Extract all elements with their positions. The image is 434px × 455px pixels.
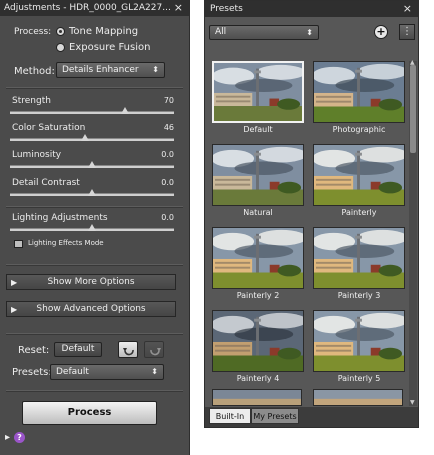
preset-preview-image [314,145,404,205]
slider-thumb[interactable] [88,189,96,196]
preset-label: Default [243,125,273,134]
add-preset-icon[interactable]: + [374,25,388,39]
presets-panel: Presets × All ⬍ + ⋮ ▲ ▼ Built-In My Pres… [204,0,419,428]
adjustments-title-bar: Adjustments - HDR_0000_GL2A227... × [0,0,189,16]
preset-preview-image [213,145,303,205]
preset-preview-image [314,311,404,371]
presets-scrollbar[interactable]: ▲ ▼ [409,59,417,406]
preset-thumbnail[interactable] [313,227,405,289]
lighting-effects-label: Lighting Effects Mode [28,239,104,247]
preset-thumbnail-partial[interactable] [313,389,403,406]
adjustments-panel: Adjustments - HDR_0000_GL2A227... × Proc… [0,0,190,455]
expand-icon[interactable]: ▸ [5,432,10,443]
show-more-options-button[interactable]: ▶ Show More Options [6,274,176,290]
preset-thumbnail[interactable] [212,144,304,206]
presets-label: Presets: [12,367,52,378]
slider-value: 46 [163,123,174,132]
select-arrows-icon: ⬍ [152,65,159,74]
close-icon[interactable]: × [403,1,412,17]
undo-icon [123,348,134,356]
exposure-fusion-radio[interactable] [56,43,65,52]
presets-select[interactable]: Default ⬍ [50,364,164,380]
exposure-fusion-label[interactable]: Exposure Fusion [69,42,150,53]
slider-value: 70 [163,96,174,105]
show-advanced-options-label: Show Advanced Options [36,304,146,314]
expand-triangle-icon: ▶ [11,305,18,314]
undo-button[interactable] [118,341,138,358]
slider-thumb[interactable] [88,224,96,231]
preset-label: Painterly [341,208,377,217]
redo-icon [150,348,161,356]
preset-filter-select[interactable]: All ⬍ [209,25,319,40]
divider [6,333,183,335]
slider-track[interactable] [10,111,174,114]
preset-label: Painterly 4 [236,374,280,383]
tone-mapping-label[interactable]: Tone Mapping [69,26,138,37]
divider [6,264,183,266]
divider [6,87,183,89]
preset-thumbnail[interactable] [313,61,405,123]
preset-label: Painterly 5 [337,374,381,383]
close-icon[interactable]: × [174,0,183,16]
preset-menu-icon[interactable]: ⋮ [399,24,415,40]
scroll-up-icon[interactable]: ▲ [410,59,415,66]
slider-value: 0.0 [161,213,174,222]
lighting-effects-checkbox[interactable] [14,240,23,248]
slider-label: Lighting Adjustments [12,213,108,223]
process-button[interactable]: Process [22,401,157,425]
redo-button[interactable] [144,341,164,358]
reset-label: Reset: [18,345,50,356]
slider-thumb[interactable] [121,107,129,114]
preset-preview-image [213,311,303,371]
slider-track[interactable] [10,138,174,141]
process-label: Process: [14,27,52,37]
scroll-down-icon[interactable]: ▼ [410,399,415,406]
show-more-options-label: Show More Options [47,277,135,287]
help-icon[interactable]: ? [14,432,25,443]
slider-label: Strength [12,96,51,106]
preset-thumbnail[interactable] [212,310,304,372]
method-select[interactable]: Details Enhancer ⬍ [56,62,165,78]
show-advanced-options-button[interactable]: ▶ Show Advanced Options [6,301,176,317]
select-arrows-icon: ⬍ [306,28,313,37]
tab-built-in[interactable]: Built-In [209,408,251,424]
preset-thumbnail-partial[interactable] [212,389,302,406]
preset-label: Painterly 2 [236,291,280,300]
preset-thumbnail[interactable] [212,61,304,123]
adjustments-title: Adjustments - HDR_0000_GL2A227... [4,3,171,13]
scrollbar-thumb[interactable] [410,65,416,153]
presets-value: Default [56,367,89,377]
reset-default-button[interactable]: Default [54,342,102,357]
slider-label: Detail Contrast [12,178,80,188]
presets-title-bar: Presets × [205,1,418,17]
tab-my-presets[interactable]: My Presets [251,408,299,424]
slider-label: Color Saturation [12,123,86,133]
slider-value: 0.0 [161,178,174,187]
presets-title: Presets [210,4,243,14]
method-value: Details Enhancer [62,65,139,75]
divider [6,206,183,208]
divider [6,390,183,392]
preset-label: Photographic [332,125,386,134]
preset-filter-value: All [215,27,227,37]
preset-thumbnail[interactable] [313,310,405,372]
slider-thumb[interactable] [81,134,89,141]
preset-preview-image [314,228,404,288]
preset-thumbnail[interactable] [212,227,304,289]
tone-mapping-radio[interactable] [56,27,65,36]
preset-preview-image [314,62,404,122]
slider-thumb[interactable] [88,161,96,168]
select-arrows-icon: ⬍ [151,367,158,376]
preset-label: Natural [243,208,273,217]
preset-label: Painterly 3 [337,291,381,300]
slider-label: Luminosity [12,150,62,160]
slider-value: 0.0 [161,150,174,159]
method-label: Method: [14,66,55,77]
preset-preview-image [213,228,303,288]
preset-thumbnail[interactable] [313,144,405,206]
expand-triangle-icon: ▶ [11,278,18,287]
preset-preview-image [214,63,302,121]
